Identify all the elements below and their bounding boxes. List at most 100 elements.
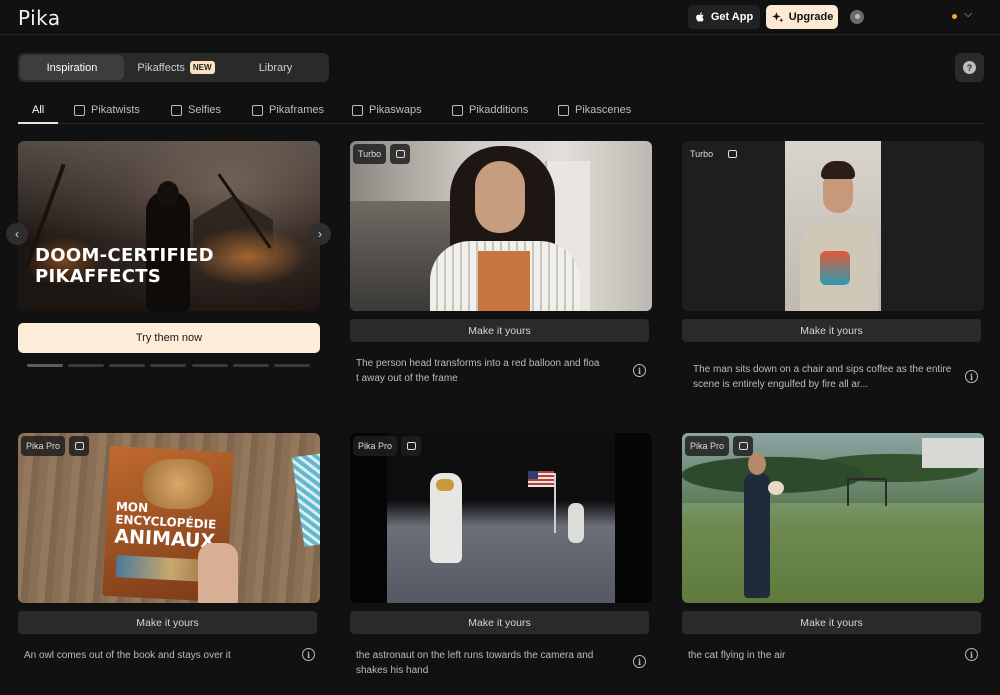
swap-icon bbox=[352, 104, 363, 116]
tab-label: Inspiration bbox=[46, 61, 98, 74]
apple-icon bbox=[695, 12, 704, 22]
thumb-shirt-print bbox=[820, 251, 850, 285]
top-bar: Pika Get App Upgrade ⌵ bbox=[0, 0, 1000, 35]
info-icon[interactable]: i bbox=[302, 648, 315, 661]
chevron-right-icon: › bbox=[318, 227, 322, 241]
help-icon: ? bbox=[963, 61, 976, 74]
thumb-side-book bbox=[291, 453, 320, 547]
additions-icon bbox=[452, 104, 463, 116]
category-label: Pikascenes bbox=[575, 104, 632, 116]
scenes-icon bbox=[558, 104, 569, 116]
make-it-yours-button[interactable]: Make it yours bbox=[682, 319, 981, 342]
tab-library[interactable]: Library bbox=[224, 55, 327, 80]
user-avatar-icon[interactable] bbox=[850, 10, 864, 24]
make-it-yours-button[interactable]: Make it yours bbox=[18, 611, 317, 634]
model-chips: Pika Pro bbox=[353, 436, 422, 456]
thumb-person bbox=[744, 473, 770, 598]
model-badge: Turbo bbox=[685, 144, 719, 164]
category-label: Pikatwists bbox=[91, 104, 140, 116]
thumb-visor bbox=[436, 479, 454, 491]
model-chips: Pika Pro bbox=[21, 436, 90, 456]
category-label: Selfies bbox=[188, 104, 222, 116]
category-pikascenes[interactable]: Pikascenes bbox=[558, 104, 631, 116]
category-label: All bbox=[32, 104, 45, 116]
thumb-hair bbox=[821, 161, 855, 179]
sparkle-icon bbox=[771, 11, 784, 22]
try-them-now-button[interactable]: Try them now bbox=[18, 323, 320, 353]
category-label: Pikadditions bbox=[469, 104, 529, 116]
carousel-dot[interactable] bbox=[192, 364, 228, 367]
video-thumbnail[interactable]: Turbo bbox=[682, 141, 984, 311]
chevron-down-icon[interactable]: ⌵ bbox=[964, 8, 972, 21]
card-description: the cat flying in the air bbox=[688, 650, 786, 661]
info-icon[interactable]: i bbox=[633, 655, 646, 668]
thumb-astronaut bbox=[568, 503, 584, 543]
category-pikaframes[interactable]: Pikaframes bbox=[252, 104, 324, 116]
category-selfies[interactable]: Selfies bbox=[171, 104, 221, 116]
hero-slide[interactable]: DOOM-CERTIFIED PIKAFFECTS bbox=[18, 141, 320, 311]
category-label: Pikaswaps bbox=[369, 104, 422, 116]
clapper-icon bbox=[722, 144, 743, 164]
hero-title: DOOM-CERTIFIED PIKAFFECTS bbox=[35, 245, 214, 287]
carousel-dot[interactable] bbox=[274, 364, 310, 367]
clapper-icon bbox=[69, 436, 90, 456]
thumb-flag bbox=[528, 471, 554, 487]
get-app-button[interactable]: Get App bbox=[688, 5, 760, 29]
info-icon[interactable]: i bbox=[965, 370, 978, 383]
thumb-cat bbox=[768, 481, 784, 495]
pika-logo[interactable]: Pika bbox=[18, 6, 61, 30]
video-thumbnail[interactable]: Turbo bbox=[350, 141, 652, 311]
model-badge: Pika Pro bbox=[353, 436, 398, 456]
info-icon[interactable]: i bbox=[633, 364, 646, 377]
model-chips: Turbo bbox=[353, 144, 411, 164]
make-it-yours-button[interactable]: Make it yours bbox=[350, 319, 649, 342]
thumb-house bbox=[922, 438, 984, 468]
category-pikatwists[interactable]: Pikatwists bbox=[74, 104, 140, 116]
carousel-prev-button[interactable]: ‹ bbox=[6, 223, 28, 245]
model-chips: Pika Pro bbox=[685, 436, 754, 456]
make-it-yours-button[interactable]: Make it yours bbox=[350, 611, 649, 634]
card-description: the astronaut on the left runs towards t… bbox=[356, 650, 594, 676]
model-badge: Turbo bbox=[353, 144, 387, 164]
carousel-dot[interactable] bbox=[68, 364, 104, 367]
main-tabs: Inspiration Pikaffects NEW Library bbox=[18, 53, 329, 82]
clapper-icon bbox=[733, 436, 754, 456]
make-it-yours-button[interactable]: Make it yours bbox=[682, 611, 981, 634]
category-pikadditions[interactable]: Pikadditions bbox=[452, 104, 528, 116]
card-description: The person head transforms into a red ba… bbox=[356, 358, 600, 384]
hero-title-line: PIKAFFECTS bbox=[35, 266, 162, 287]
carousel-dot[interactable] bbox=[109, 364, 145, 367]
frames-icon bbox=[252, 104, 263, 116]
category-pikaswaps[interactable]: Pikaswaps bbox=[352, 104, 422, 116]
info-icon[interactable]: i bbox=[965, 648, 978, 661]
upgrade-label: Upgrade bbox=[788, 11, 834, 23]
thumb-top bbox=[478, 251, 530, 311]
model-badge: Pika Pro bbox=[21, 436, 66, 456]
clapper-icon bbox=[390, 144, 411, 164]
video-thumbnail[interactable]: Pika Pro bbox=[682, 433, 984, 603]
carousel-next-button[interactable]: › bbox=[309, 223, 331, 245]
video-thumbnail[interactable]: MON ENCYCLOPÉDIE ANIMAUX Pika Pro bbox=[18, 433, 320, 603]
credits-dot-icon[interactable] bbox=[952, 14, 957, 19]
card-description: The man sits down on a chair and sips co… bbox=[693, 364, 952, 390]
hero-figure-head bbox=[157, 181, 179, 207]
selfie-icon bbox=[171, 104, 182, 116]
carousel-dot[interactable] bbox=[150, 364, 186, 367]
tab-pikaffects[interactable]: Pikaffects NEW bbox=[124, 55, 228, 80]
tab-inspiration[interactable]: Inspiration bbox=[20, 55, 124, 80]
twist-icon bbox=[74, 104, 85, 116]
new-badge: NEW bbox=[189, 61, 215, 74]
upgrade-button[interactable]: Upgrade bbox=[766, 5, 838, 29]
category-all[interactable]: All bbox=[32, 104, 44, 116]
video-thumbnail[interactable]: Pika Pro bbox=[350, 433, 652, 603]
category-tabs: All Pikatwists Selfies Pikaframes Pikasw… bbox=[18, 96, 984, 124]
thumb-face bbox=[475, 161, 525, 233]
carousel-dot[interactable] bbox=[27, 364, 63, 367]
clapper-icon bbox=[401, 436, 422, 456]
thumb-head bbox=[748, 453, 766, 475]
carousel-dot[interactable] bbox=[233, 364, 269, 367]
thumb-book-title: MON ENCYCLOPÉDIE ANIMAUX bbox=[114, 499, 217, 552]
help-button[interactable]: ? bbox=[955, 53, 984, 82]
carousel-indicators bbox=[27, 364, 317, 367]
thumb-hand bbox=[198, 543, 238, 603]
